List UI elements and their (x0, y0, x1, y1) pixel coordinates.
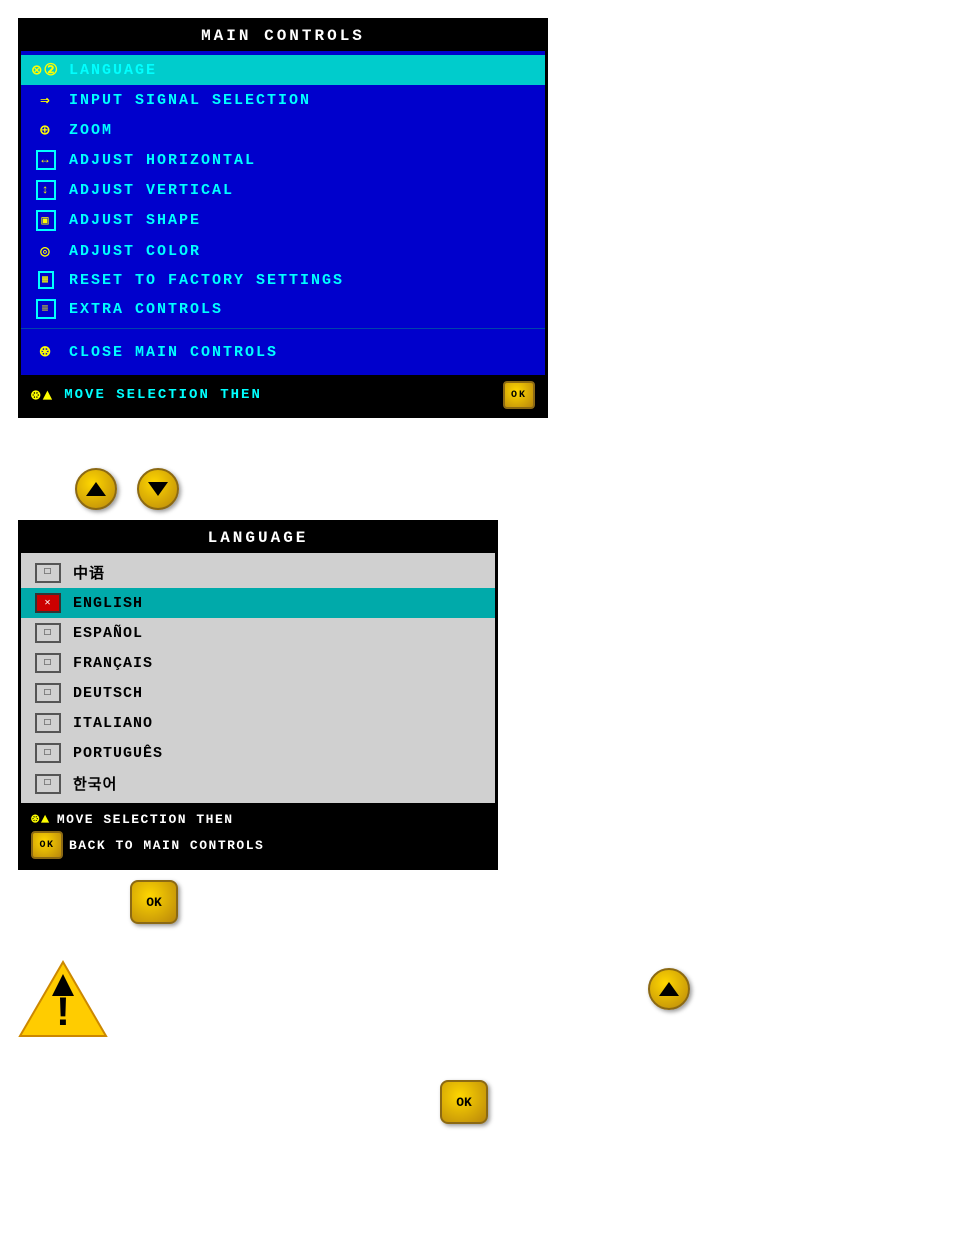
lang-item-english[interactable]: ✕ ENGLISH (21, 588, 495, 618)
menu-item-input-signal[interactable]: ⇒ INPUT SIGNAL SELECTION (21, 85, 545, 115)
lang-label-french: FRANÇAIS (73, 655, 153, 672)
menu-item-factory-label: RESET TO FACTORY SETTINGS (69, 272, 344, 289)
lang-label-chinese: 中语 (73, 562, 105, 583)
lang-nav-icons: ⊛▲ (31, 811, 51, 828)
ok-label-bc: OK (456, 1095, 472, 1110)
warning-triangle-svg: ! (18, 960, 108, 1038)
close-main-controls[interactable]: ⊛ CLOSE MAIN CONTROLS (21, 333, 545, 371)
ok-button-bc[interactable]: OK (440, 1080, 488, 1124)
arrow-down-icon (148, 482, 168, 496)
ok-round-icon[interactable]: OK (130, 880, 178, 924)
lang-bottom-row1: ⊛▲ MOVE SELECTION THEN (31, 811, 485, 828)
menu-item-adjust-horizontal[interactable]: ↔ ADJUST HORIZONTAL (21, 145, 545, 175)
shape-icon: ▣ (31, 210, 61, 231)
language-list: □ 中语 ✕ ENGLISH □ ESPAÑOL □ FRANÇAIS □ DE… (21, 553, 495, 803)
arrow-up-icon (86, 482, 106, 496)
lang-item-portuguese[interactable]: □ PORTUGUÊS (21, 738, 495, 768)
horizontal-icon: ↔ (31, 150, 61, 170)
menu-item-adjust-vertical[interactable]: ↕ ADJUST VERTICAL (21, 175, 545, 205)
input-signal-icon: ⇒ (31, 90, 61, 110)
lang-label-korean: 한국어 (73, 773, 117, 794)
divider (21, 328, 545, 329)
lang-label-portuguese: PORTUGUÊS (73, 745, 163, 762)
lang-item-spanish[interactable]: □ ESPAÑOL (21, 618, 495, 648)
main-controls-title: MAIN CONTROLS (21, 21, 545, 51)
lang-label-german: DEUTSCH (73, 685, 143, 702)
menu-item-shape-label: ADJUST SHAPE (69, 212, 201, 229)
arrow-up-br-icon[interactable] (648, 968, 690, 1010)
lang-bottom-text1: MOVE SELECTION THEN (57, 812, 234, 827)
lang-icon-italian: □ (35, 713, 61, 733)
menu-item-extra-controls[interactable]: ≡ EXTRA CONTROLS (21, 294, 545, 324)
vertical-icon: ↕ (31, 180, 61, 200)
lang-item-french[interactable]: □ FRANÇAIS (21, 648, 495, 678)
svg-text:!: ! (50, 990, 75, 1038)
lang-ok-icon: OK (31, 831, 63, 859)
menu-item-horizontal-label: ADJUST HORIZONTAL (69, 152, 256, 169)
menu-item-adjust-shape[interactable]: ▣ ADJUST SHAPE (21, 205, 545, 236)
lang-icon-spanish: □ (35, 623, 61, 643)
lang-icon-german: □ (35, 683, 61, 703)
ok-button-small[interactable]: OK (130, 880, 178, 924)
menu-item-zoom[interactable]: ⊕ ZOOM (21, 115, 545, 145)
lang-icon-french: □ (35, 653, 61, 673)
main-menu-list: ⊗② LANGUAGE ⇒ INPUT SIGNAL SELECTION ⊕ Z… (21, 51, 545, 375)
lang-bottom-row2: OK BACK TO MAIN CONTROLS (31, 831, 485, 859)
language-bottom-bar: ⊛▲ MOVE SELECTION THEN OK BACK TO MAIN C… (21, 803, 495, 867)
lang-label-spanish: ESPAÑOL (73, 625, 143, 642)
menu-item-language-label: LANGUAGE (69, 62, 157, 79)
arrow-up-br-shape (659, 982, 679, 996)
lang-item-korean[interactable]: □ 한국어 (21, 768, 495, 799)
extra-icon: ≡ (31, 299, 61, 319)
language-icon: ⊗② (31, 60, 61, 80)
lang-item-italian[interactable]: □ ITALIANO (21, 708, 495, 738)
main-controls-panel: MAIN CONTROLS ⊗② LANGUAGE ⇒ INPUT SIGNAL… (18, 18, 548, 418)
menu-item-reset-factory[interactable]: ▦ RESET TO FACTORY SETTINGS (21, 266, 545, 294)
lang-icon-chinese: □ (35, 563, 61, 583)
ok-label-small: OK (146, 895, 162, 910)
ok-badge: OK (503, 381, 535, 409)
menu-item-vertical-label: ADJUST VERTICAL (69, 182, 234, 199)
arrow-up-button-br[interactable] (648, 968, 690, 1010)
nav-icons: ⊛▲ (31, 385, 54, 405)
ok-round-bc[interactable]: OK (440, 1080, 488, 1124)
factory-icon: ▦ (31, 271, 61, 289)
menu-item-zoom-label: ZOOM (69, 122, 113, 139)
lang-icon-portuguese: □ (35, 743, 61, 763)
nav-arrows-group (75, 468, 179, 510)
lang-item-german[interactable]: □ DEUTSCH (21, 678, 495, 708)
bottom-bar-text: MOVE SELECTION THEN (64, 387, 262, 403)
language-title: LANGUAGE (21, 523, 495, 553)
close-label: CLOSE MAIN CONTROLS (69, 344, 278, 361)
lang-bottom-text2: BACK TO MAIN CONTROLS (69, 838, 264, 853)
close-icon: ⊛ (31, 341, 61, 363)
menu-item-adjust-color[interactable]: ◎ ADJUST COLOR (21, 236, 545, 266)
lang-icon-english: ✕ (35, 593, 61, 613)
ok-icon-main: OK (503, 381, 535, 409)
menu-item-extra-label: EXTRA CONTROLS (69, 301, 223, 318)
menu-item-input-signal-label: INPUT SIGNAL SELECTION (69, 92, 311, 109)
color-icon: ◎ (31, 241, 61, 261)
lang-icon-korean: □ (35, 774, 61, 794)
language-panel: LANGUAGE □ 中语 ✕ ENGLISH □ ESPAÑOL □ FRAN… (18, 520, 498, 870)
lang-label-italian: ITALIANO (73, 715, 153, 732)
main-controls-bottom-bar: ⊛▲ MOVE SELECTION THEN OK (21, 375, 545, 415)
arrow-down-button[interactable] (137, 468, 179, 510)
warning-triangle: ! (18, 960, 108, 1038)
menu-item-color-label: ADJUST COLOR (69, 243, 201, 260)
arrow-up-button[interactable] (75, 468, 117, 510)
zoom-icon: ⊕ (31, 120, 61, 140)
lang-label-english: ENGLISH (73, 595, 143, 612)
lang-item-chinese[interactable]: □ 中语 (21, 557, 495, 588)
menu-item-language[interactable]: ⊗② LANGUAGE (21, 55, 545, 85)
